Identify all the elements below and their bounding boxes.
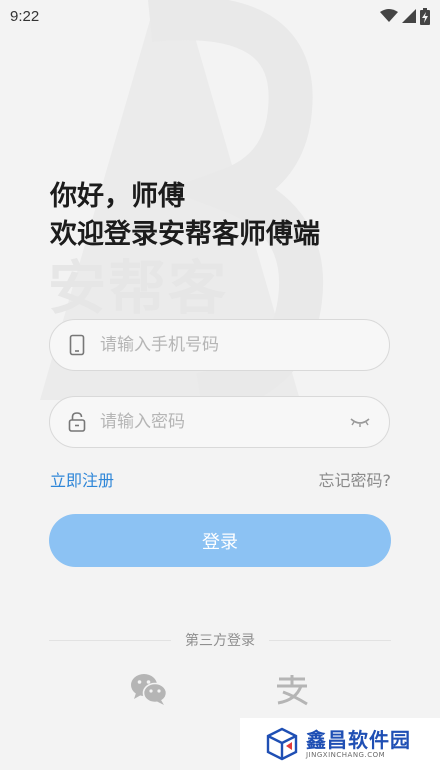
wifi-icon: [380, 9, 398, 22]
brand-logo-icon: [266, 727, 298, 761]
third-party-divider: 第三方登录: [49, 630, 391, 650]
wechat-icon: [131, 674, 168, 705]
wechat-login-button[interactable]: [130, 672, 168, 706]
password-input[interactable]: [100, 412, 347, 432]
lock-icon: [66, 411, 88, 433]
login-button[interactable]: 登录: [49, 514, 391, 567]
battery-icon: [420, 7, 430, 25]
third-party-label: 第三方登录: [185, 633, 255, 649]
greeting-line-1: 你好，师傅: [50, 181, 185, 212]
greeting-line-2: 欢迎登录安帮客师傅端: [50, 219, 320, 250]
signal-icon: [402, 9, 416, 23]
alipay-icon: [277, 675, 308, 706]
greeting: 你好，师傅 欢迎登录安帮客师傅端: [50, 178, 320, 254]
phone-input[interactable]: [100, 335, 373, 355]
forgot-password-link[interactable]: 忘记密码?: [319, 467, 392, 491]
eye-closed-icon[interactable]: [347, 414, 373, 430]
password-field[interactable]: [49, 396, 390, 448]
brand-url: JINGXINCHANG.COM: [306, 751, 386, 759]
brand-badge: 鑫昌软件园 JINGXINCHANG.COM: [240, 718, 440, 770]
register-link[interactable]: 立即注册: [50, 467, 114, 491]
divider-line-left: [49, 639, 171, 641]
brand-name: 鑫昌软件园: [306, 728, 411, 752]
status-icons: [380, 7, 430, 25]
status-bar: 9:22: [0, 0, 440, 32]
alipay-login-button[interactable]: [274, 672, 310, 708]
auth-links: 立即注册 忘记密码?: [50, 467, 391, 491]
divider-line-right: [269, 639, 391, 641]
phone-field[interactable]: [49, 319, 390, 371]
status-time: 9:22: [10, 7, 40, 25]
phone-icon: [66, 334, 88, 356]
watermark-text: 安帮客: [48, 254, 228, 322]
